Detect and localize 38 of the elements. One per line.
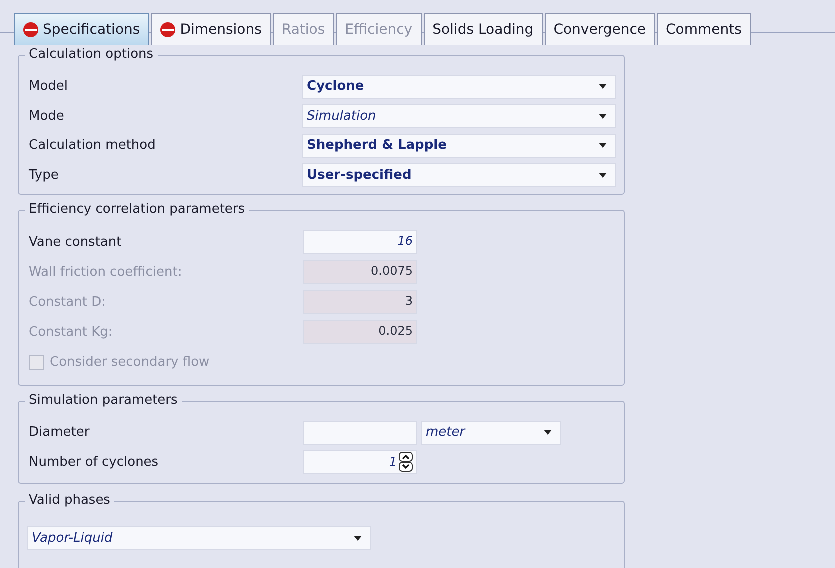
tab[interactable]: Dimensions: [151, 13, 271, 45]
caret-icon: [599, 114, 607, 119]
status-icon: [160, 22, 176, 38]
caret-icon: [599, 84, 607, 90]
input-field[interactable]: [303, 420, 417, 445]
tab[interactable]: Convergence: [544, 13, 656, 45]
group-title: Calculation options: [25, 47, 158, 62]
dropdown[interactable]: Simulation: [302, 104, 616, 128]
field-label: Mode: [29, 108, 66, 124]
dropdown[interactable]: Cyclone: [302, 74, 616, 99]
spin-field[interactable]: 1: [303, 450, 417, 474]
field-label: Wall friction coefficient:: [29, 264, 184, 280]
caret-icon: [354, 536, 362, 540]
tab[interactable]: Specifications: [14, 13, 150, 45]
field-label: Model: [29, 79, 70, 94]
unit-dropdown[interactable]: meter: [421, 420, 561, 445]
field-label: Constant D:: [29, 294, 107, 310]
input-field[interactable]: 16: [303, 230, 417, 254]
field-label: Constant Kg:: [29, 324, 114, 340]
tab[interactable]: Solids Loading: [424, 13, 543, 45]
caret-icon: [544, 430, 552, 436]
status-icon: [23, 22, 39, 38]
field-label: Calculation method: [29, 138, 157, 154]
checkbox-label: Consider secondary flow: [50, 354, 210, 370]
group-title: Efficiency correlation parameters: [25, 202, 250, 217]
spinner-icon[interactable]: [399, 452, 413, 472]
field-label: Type: [29, 168, 60, 183]
group-title: Simulation parameters: [25, 393, 182, 408]
field-label: Diameter: [29, 425, 91, 440]
group-title: Valid phases: [25, 493, 114, 508]
field-label: Vane constant: [29, 234, 123, 250]
field-label: Number of cyclones: [29, 454, 160, 470]
dropdown[interactable]: User-specified: [302, 163, 616, 188]
dropdown[interactable]: Vapor-Liquid: [27, 526, 371, 550]
caret-icon: [599, 143, 607, 148]
dropdown[interactable]: Shepherd & Lapple: [302, 134, 616, 158]
tab[interactable]: Comments: [657, 13, 751, 45]
caret-icon: [599, 172, 607, 178]
